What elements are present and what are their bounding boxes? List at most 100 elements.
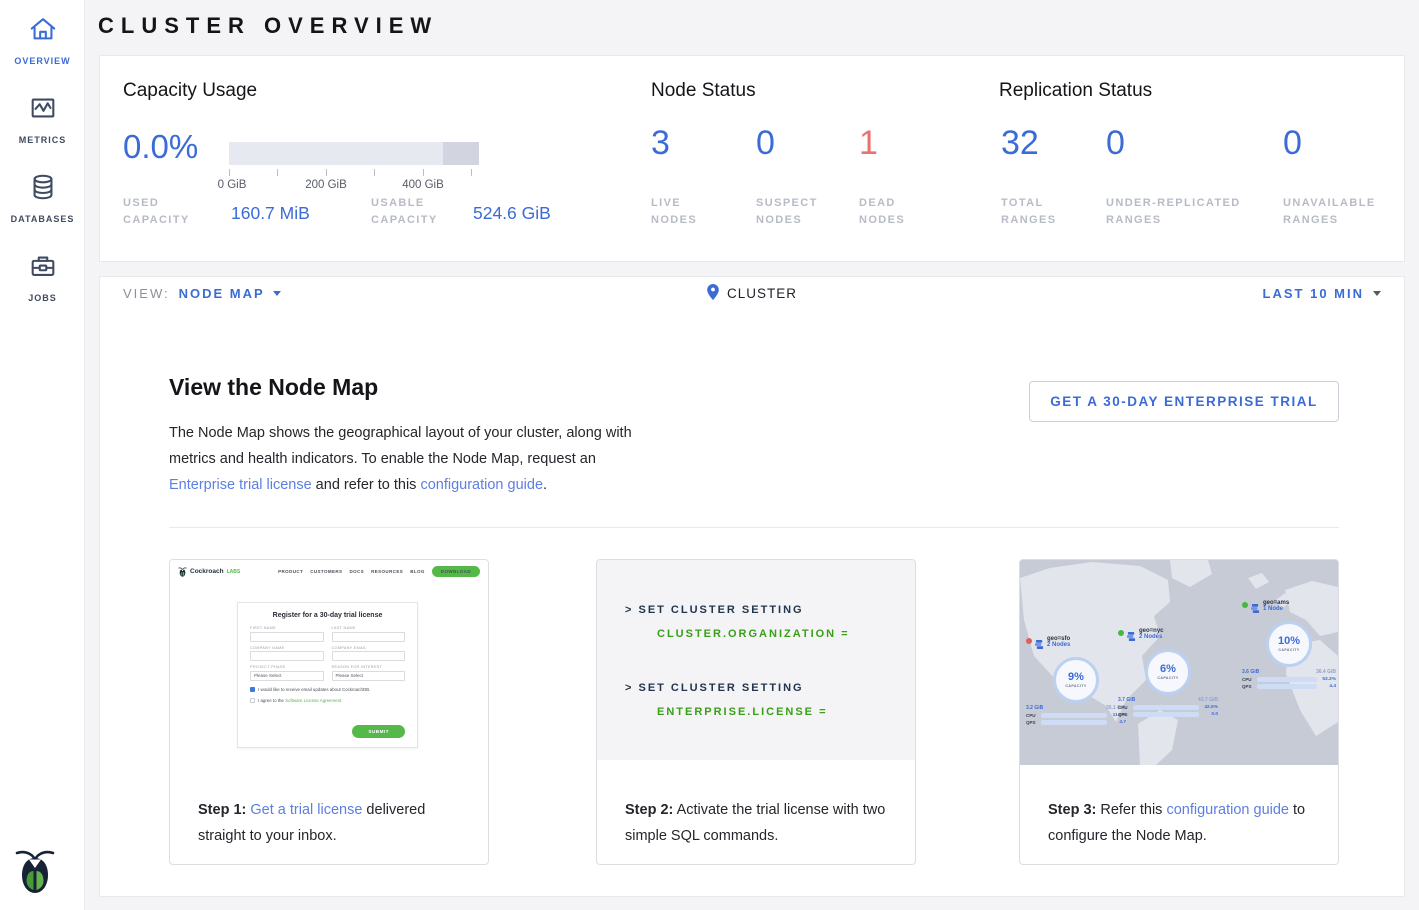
download-button: DOWNLOAD: [432, 566, 480, 577]
step3-card: geo=sfo2 Nodes 9% CAPACITY 3.2 GiB35.1 G…: [1019, 559, 1339, 865]
enterprise-trial-license-link[interactable]: Enterprise trial license: [169, 477, 312, 493]
cpu-value: 42.5%: [1202, 705, 1218, 710]
suspect-nodes-label: SUSPECT NODES: [756, 195, 826, 229]
nav-link: RESOURCES: [371, 569, 403, 574]
node-status-live-icon: [1118, 630, 1124, 636]
trial-registration-form: Register for a 30-day trial license FIRS…: [237, 602, 418, 748]
axis-tick-label: 200 GiB: [305, 179, 347, 191]
axis-tick-label: 400 GiB: [402, 179, 444, 191]
qps-value: 0.0: [1202, 712, 1218, 717]
page-title: CLUSTER OVERVIEW: [98, 13, 438, 39]
time-range-value: LAST 10 MIN: [1263, 286, 1364, 301]
node-status-title: Node Status: [651, 80, 756, 102]
capacity-percent: 10%: [1278, 636, 1300, 647]
field-label: COMPANY EMAIL: [332, 646, 406, 650]
step1-caption: Step 1: Get a trial license delivered st…: [170, 780, 488, 849]
sidebar-item-label: METRICS: [19, 135, 67, 145]
field-label: PROJECT PHASE: [250, 665, 324, 669]
under-replicated-ranges-value: 0: [1106, 124, 1125, 163]
sparkline: [1133, 712, 1199, 717]
capacity-usage-title: Capacity Usage: [123, 80, 257, 102]
checkbox-unchecked: [250, 698, 255, 703]
used-value: 3.6 GiB: [1242, 669, 1259, 675]
dead-nodes-label: DEAD NODES: [859, 195, 919, 229]
cpu-label: CPU: [1118, 705, 1130, 710]
checkbox-checked: [250, 687, 255, 692]
unavailable-ranges-label: UNAVAILABLE RANGES: [1283, 195, 1393, 229]
step-number: Step 3:: [1048, 802, 1096, 818]
step-number: Step 1:: [198, 802, 246, 818]
cockroach-labs-logo: Cockroach LABS: [178, 566, 240, 577]
sidebar-item-label: DATABASES: [11, 214, 75, 224]
breadcrumb-cluster: CLUSTER: [707, 284, 797, 303]
capacity-bar-reserved-segment: [443, 142, 479, 165]
capacity-label: CAPACITY: [1065, 684, 1086, 688]
field-label: LAST NAME: [332, 626, 406, 630]
step3-caption: Step 3: Refer this configuration guide t…: [1020, 765, 1338, 849]
configuration-guide-link[interactable]: configuration guide: [1166, 802, 1289, 818]
live-nodes-label: LIVE NODES: [651, 195, 721, 229]
field-label: FIRST NAME: [250, 626, 324, 630]
used-value: 3.2 GiB: [1026, 705, 1043, 711]
node-status-dead-icon: [1026, 638, 1032, 644]
capacity-percent: 6%: [1160, 664, 1176, 675]
time-range-dropdown[interactable]: LAST 10 MIN: [1263, 286, 1381, 301]
live-nodes-value: 3: [651, 124, 670, 163]
axis-tick-label: 0 GiB: [218, 179, 247, 191]
get-trial-license-link[interactable]: Get a trial license: [250, 802, 362, 818]
sidebar-item-label: JOBS: [28, 293, 57, 303]
text-input: [250, 632, 324, 642]
sidebar-item-metrics[interactable]: METRICS: [0, 79, 85, 158]
capacity-label: CAPACITY: [1278, 648, 1299, 652]
cluster-breadcrumb-label: CLUSTER: [727, 286, 797, 301]
view-selector-dropdown[interactable]: NODE MAP: [179, 286, 281, 301]
sidebar: OVERVIEW METRICS DATABASES JOBS: [0, 0, 85, 910]
location-pin-icon: [707, 284, 719, 303]
sidebar-item-jobs[interactable]: JOBS: [0, 237, 85, 316]
cpu-value: 53.3%: [1320, 677, 1336, 682]
section-description: The Node Map shows the geographical layo…: [169, 420, 644, 498]
caption-text: Refer this: [1096, 802, 1166, 818]
section-heading: View the Node Map: [169, 374, 378, 401]
axis-tick: [277, 169, 278, 176]
chevron-down-icon: [1373, 291, 1381, 296]
get-enterprise-trial-button[interactable]: GET A 30-DAY ENTERPRISE TRIAL: [1029, 381, 1339, 422]
capacity-gauge: 6% CAPACITY: [1145, 649, 1191, 695]
node-map-thumbnail: geo=sfo2 Nodes 9% CAPACITY 3.2 GiB35.1 G…: [1020, 560, 1338, 765]
database-icon: [28, 172, 58, 202]
submit-button: SUBMIT: [352, 725, 405, 738]
nav-link: DOCS: [349, 569, 364, 574]
configuration-guide-link[interactable]: configuration guide: [420, 477, 543, 493]
qps-label: QPS: [1242, 684, 1254, 689]
dead-nodes-value: 1: [859, 124, 878, 163]
chevron-down-icon: [273, 291, 281, 296]
text-input: [250, 651, 324, 661]
total-value: 36.4 GiB: [1316, 669, 1336, 675]
description-text: and refer to this: [312, 477, 421, 493]
nav-link: PRODUCT: [278, 569, 303, 574]
qps-value: 4.4: [1320, 684, 1336, 689]
divider: [169, 527, 1339, 528]
text-input: [332, 651, 406, 661]
metrics-icon: [28, 93, 58, 123]
under-replicated-ranges-label: UNDER-REPLICATED RANGES: [1106, 195, 1261, 229]
sql-command: > SET CLUSTER SETTING: [625, 604, 804, 616]
sidebar-item-overview[interactable]: OVERVIEW: [0, 0, 85, 79]
total-ranges-label: TOTAL RANGES: [1001, 195, 1071, 229]
node-map-section: View the Node Map The Node Map shows the…: [99, 310, 1405, 897]
form-title: Register for a 30-day trial license: [250, 612, 405, 619]
sparkline: [1041, 713, 1107, 718]
mini-site-nav: PRODUCT CUSTOMERS DOCS RESOURCES BLOG DO…: [278, 566, 480, 577]
license-agreement-link: Software License Agreement.: [285, 698, 342, 703]
usable-capacity-value: 524.6 GiB: [473, 203, 551, 224]
logo-text: Cockroach: [190, 568, 224, 575]
cluster-summary-card: Capacity Usage 0.0% 0 GiB 200 GiB 400 Gi…: [99, 55, 1405, 262]
field-label: REASON FOR INTEREST: [332, 665, 406, 669]
sparkline: [1133, 705, 1199, 710]
qps-label: QPS: [1118, 712, 1130, 717]
briefcase-icon: [28, 251, 58, 281]
step2-card: > SET CLUSTER SETTING CLUSTER.ORGANIZATI…: [596, 559, 916, 865]
checkbox-label: I agree to the: [258, 698, 285, 703]
total-ranges-value: 32: [1001, 124, 1039, 163]
sidebar-item-databases[interactable]: DATABASES: [0, 158, 85, 237]
